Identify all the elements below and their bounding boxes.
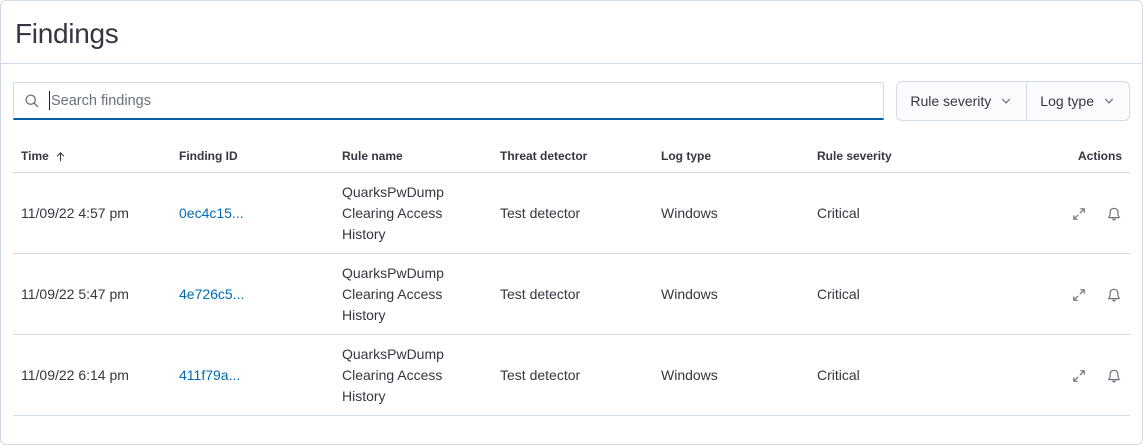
- column-header-finding-id: Finding ID: [171, 143, 334, 173]
- finding-time: 11/09/22 4:57 pm: [13, 173, 171, 254]
- finding-id-link[interactable]: 0ec4c15...: [179, 205, 244, 221]
- column-header-threat-detector: Threat detector: [492, 143, 653, 173]
- finding-rule-name: QuarksPwDump Clearing Access History: [334, 254, 492, 335]
- finding-threat-detector: Test detector: [492, 335, 653, 416]
- finding-id-link[interactable]: 411f79a...: [179, 367, 240, 383]
- column-header-rule-name: Rule name: [334, 143, 492, 173]
- toolbar: Search findings Rule severity Log type: [13, 81, 1130, 121]
- text-cursor: [49, 91, 50, 110]
- chevron-down-icon: [999, 94, 1013, 108]
- findings-table: Time Finding ID Rule name Threat detecto…: [13, 143, 1130, 416]
- column-header-log-type: Log type: [653, 143, 809, 173]
- expand-finding-button[interactable]: [1071, 287, 1087, 303]
- create-alert-bell-button[interactable]: [1106, 287, 1122, 303]
- column-header-rule-severity: Rule severity: [809, 143, 999, 173]
- filter-log-type-label: Log type: [1040, 93, 1094, 109]
- bell-icon: [1106, 287, 1122, 303]
- finding-log-type: Windows: [653, 335, 809, 416]
- finding-log-type: Windows: [653, 254, 809, 335]
- finding-row: 11/09/22 5:47 pm 4e726c5... QuarksPwDump…: [13, 254, 1130, 335]
- finding-rule-name: QuarksPwDump Clearing Access History: [334, 173, 492, 254]
- finding-threat-detector: Test detector: [492, 254, 653, 335]
- finding-rule-severity: Critical: [809, 254, 999, 335]
- sort-ascending-icon: [54, 150, 67, 163]
- finding-id-link[interactable]: 4e726c5...: [179, 286, 244, 302]
- search-input[interactable]: Search findings: [13, 82, 884, 120]
- expand-diagonal-arrows-icon: [1071, 368, 1087, 384]
- findings-panel: Findings Search findings Rule severity: [0, 0, 1143, 445]
- finding-log-type: Windows: [653, 173, 809, 254]
- finding-row: 11/09/22 4:57 pm 0ec4c15... QuarksPwDump…: [13, 173, 1130, 254]
- filter-rule-severity-label: Rule severity: [910, 93, 991, 109]
- create-alert-bell-button[interactable]: [1106, 206, 1122, 222]
- filter-group: Rule severity Log type: [896, 81, 1130, 121]
- page-header: Findings: [1, 1, 1142, 64]
- expand-finding-button[interactable]: [1071, 206, 1087, 222]
- column-header-time-label: Time: [21, 149, 49, 163]
- chevron-down-icon: [1102, 94, 1116, 108]
- finding-time: 11/09/22 6:14 pm: [13, 335, 171, 416]
- finding-time: 11/09/22 5:47 pm: [13, 254, 171, 335]
- filter-log-type[interactable]: Log type: [1026, 82, 1129, 120]
- expand-diagonal-arrows-icon: [1071, 206, 1087, 222]
- search-placeholder: Search findings: [51, 93, 151, 109]
- finding-threat-detector: Test detector: [492, 173, 653, 254]
- expand-diagonal-arrows-icon: [1071, 287, 1087, 303]
- findings-content: Search findings Rule severity Log type: [1, 64, 1142, 416]
- finding-rule-severity: Critical: [809, 173, 999, 254]
- finding-row: 11/09/22 6:14 pm 411f79a... QuarksPwDump…: [13, 335, 1130, 416]
- filter-rule-severity[interactable]: Rule severity: [897, 82, 1026, 120]
- expand-finding-button[interactable]: [1071, 368, 1087, 384]
- bell-icon: [1106, 368, 1122, 384]
- column-header-actions: Actions: [999, 143, 1130, 173]
- search-icon: [24, 93, 40, 109]
- page-title: Findings: [15, 18, 1128, 50]
- table-header-row: Time Finding ID Rule name Threat detecto…: [13, 143, 1130, 173]
- bell-icon: [1106, 206, 1122, 222]
- finding-rule-name: QuarksPwDump Clearing Access History: [334, 335, 492, 416]
- finding-rule-severity: Critical: [809, 335, 999, 416]
- column-header-time[interactable]: Time: [13, 143, 171, 173]
- create-alert-bell-button[interactable]: [1106, 368, 1122, 384]
